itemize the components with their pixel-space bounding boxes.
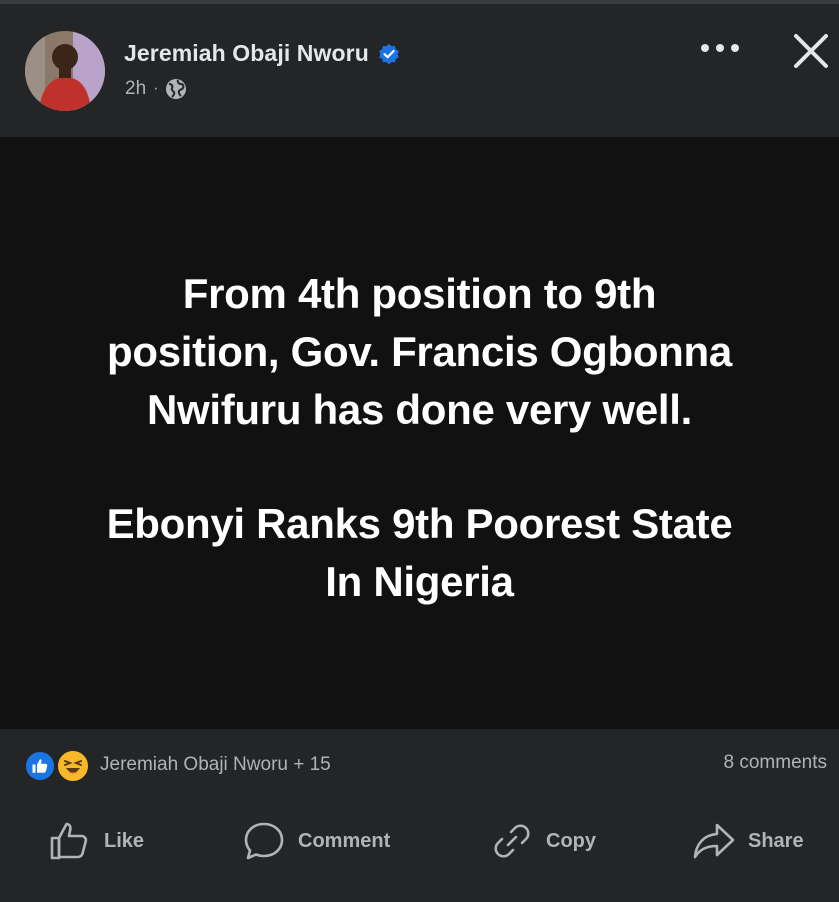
subheadline-line: Ebonyi Ranks 9th Poorest State — [106, 500, 733, 547]
share-icon — [693, 823, 735, 859]
headline-line: position, Gov. Francis Ogbonna — [107, 328, 732, 375]
avatar-image — [25, 31, 105, 111]
thumbs-up-icon — [32, 759, 48, 773]
comment-button[interactable]: Comment — [242, 813, 390, 869]
link-icon — [494, 824, 530, 858]
post-subheadline: Ebonyi Ranks 9th Poorest State In Nigeri… — [20, 495, 819, 611]
comment-icon — [244, 822, 284, 860]
subheadline-line: In Nigeria — [325, 558, 514, 605]
share-label: Share — [748, 829, 804, 852]
share-button[interactable]: Share — [692, 813, 804, 869]
post-time[interactable]: 2h — [125, 78, 146, 100]
author-row: Jeremiah Obaji Nworu — [124, 40, 401, 67]
comments-count[interactable]: 8 comments — [724, 752, 827, 774]
post-footer: Jeremiah Obaji Nworu + 15 8 comments Lik… — [0, 729, 839, 902]
like-label: Like — [104, 829, 145, 852]
close-icon — [794, 34, 828, 68]
reaction-summary[interactable]: Jeremiah Obaji Nworu + 15 — [24, 747, 331, 783]
post-header: Jeremiah Obaji Nworu 2h · — [0, 4, 839, 137]
avatar[interactable] — [25, 31, 105, 111]
close-button[interactable] — [789, 29, 833, 73]
verified-badge-icon — [379, 43, 399, 64]
post-content: From 4th position to 9th position, Gov. … — [0, 137, 839, 729]
headline-line: From 4th position to 9th — [182, 270, 657, 317]
author-name[interactable]: Jeremiah Obaji Nworu — [124, 40, 369, 67]
meta-separator: · — [153, 80, 159, 97]
haha-reaction-icon — [56, 749, 90, 783]
headline-line: Nwifuru has done very well. — [146, 386, 693, 433]
post-meta: 2h · — [125, 77, 188, 101]
laughing-face-icon — [64, 760, 82, 774]
comment-label: Comment — [298, 829, 391, 852]
globe-icon — [166, 79, 187, 99]
reaction-icons — [24, 747, 96, 783]
action-bar: Like Comment Copy Share — [0, 813, 839, 873]
post-headline: From 4th position to 9th position, Gov. … — [20, 265, 819, 439]
more-options-button[interactable] — [696, 32, 744, 64]
like-icon — [50, 822, 88, 860]
like-reaction-icon — [24, 750, 56, 782]
ellipsis-icon — [701, 44, 739, 52]
copy-label: Copy — [546, 829, 596, 852]
copy-button[interactable]: Copy — [490, 813, 596, 869]
reaction-summary-text[interactable]: Jeremiah Obaji Nworu + 15 — [100, 754, 331, 776]
like-button[interactable]: Like — [48, 813, 144, 869]
